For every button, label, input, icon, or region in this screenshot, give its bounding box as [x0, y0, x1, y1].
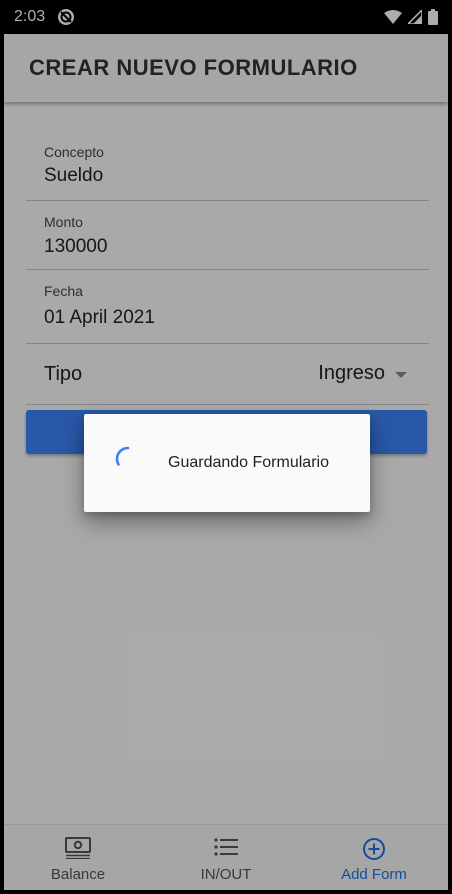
loading-spinner-icon: [115, 446, 130, 466]
dialog-message: Guardando Formulario: [168, 454, 329, 471]
phone-screen: 2:03 CREAR NUEVO FORMULARIO Concepto Sue…: [0, 0, 452, 894]
saving-dialog: Guardando Formulario: [84, 414, 370, 512]
